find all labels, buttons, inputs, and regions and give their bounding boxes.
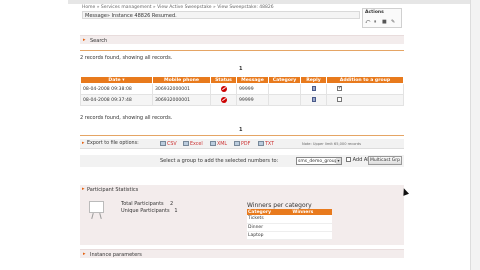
edit-icon[interactable]: ✎ <box>391 19 395 25</box>
instance-parameters-label: Instance parameters <box>90 251 142 258</box>
page-number-bottom[interactable]: 1 <box>239 127 242 133</box>
winners-table: Category Winners Tickets Dinner Laptop <box>247 209 332 240</box>
winners-title: Winners per category <box>247 202 312 209</box>
export-options-bar: ▸ Export to file options: CSV Excel XML … <box>80 139 404 149</box>
vertical-scrollbar[interactable] <box>470 0 480 270</box>
results-summary-bottom: 2 records found, showing all records. <box>80 115 173 121</box>
excel-file-icon <box>183 141 189 146</box>
cell-reply <box>300 83 327 95</box>
cell-add-group <box>326 94 404 106</box>
table-row: Dinner <box>247 223 332 232</box>
add-to-group-checkbox[interactable] <box>337 85 342 91</box>
cell-category <box>268 83 301 95</box>
mouse-cursor-icon <box>400 187 410 196</box>
page-number-top[interactable]: 1 <box>239 66 242 72</box>
col-addition-to-group[interactable]: Addition to a group <box>326 76 404 84</box>
results-table: Date ▾ Mobile phone Status Message Categ… <box>80 76 404 106</box>
table-row: 08-04-2008 09:37:48 306932000001 99999 <box>80 94 404 106</box>
expand-arrow-icon: ▸ <box>83 251 86 257</box>
group-select-label: Select a group to add the selected numbe… <box>160 158 279 164</box>
table-row: Laptop <box>247 231 332 240</box>
add-to-group-checkbox[interactable] <box>337 97 342 102</box>
cell-date: 08-04-2008 09:38:08 <box>80 83 153 95</box>
cell-reply <box>300 94 327 106</box>
export-label: Export to file options: <box>87 141 139 146</box>
col-category[interactable]: Category <box>268 76 301 84</box>
col-date[interactable]: Date ▾ <box>80 76 153 84</box>
status-message: Message» Instance 48826 Resumed. <box>85 13 177 19</box>
breadcrumb-home[interactable]: Home <box>82 5 95 10</box>
reply-icon[interactable] <box>311 86 316 91</box>
cell-status <box>210 83 237 95</box>
divider <box>80 135 404 136</box>
main-content: Home » Services management » View Active… <box>68 0 480 270</box>
unique-participants: Unique Participants 1 <box>121 208 178 214</box>
col-message[interactable]: Message <box>236 76 269 84</box>
col-reply[interactable]: Reply <box>300 76 327 84</box>
pdf-file-icon <box>234 141 240 146</box>
breadcrumb: Home » Services management » View Active… <box>82 5 274 10</box>
actions-title: Actions <box>365 10 384 15</box>
export-txt-link[interactable]: TXT <box>258 141 274 147</box>
participant-statistics-panel: ▸ Participant Statistics Total Participa… <box>80 185 404 245</box>
cell-phone: 306932000001 <box>152 94 211 106</box>
blocked-status-icon <box>220 96 227 103</box>
cell-status <box>210 94 237 106</box>
cell-message: 99999 <box>236 94 269 106</box>
export-xml-link[interactable]: XML <box>210 141 227 147</box>
group-selection-bar: Select a group to add the selected numbe… <box>80 155 404 167</box>
multicast-group-button[interactable]: Multicast Grp <box>368 156 402 165</box>
export-excel-link[interactable]: Excel <box>183 141 203 147</box>
participant-stats-header[interactable]: ▸ Participant Statistics <box>80 185 404 194</box>
search-section-header[interactable]: ▸ Search <box>80 35 404 44</box>
csv-file-icon <box>160 141 166 146</box>
cell-message: 99999 <box>236 83 269 95</box>
col-status[interactable]: Status <box>210 76 237 84</box>
search-section-label: Search <box>90 37 108 44</box>
cell-category <box>268 94 301 106</box>
add-all-checkbox[interactable] <box>346 157 351 162</box>
table-row: Tickets <box>247 215 332 224</box>
left-blank-area <box>0 0 68 270</box>
export-pdf-link[interactable]: PDF <box>234 141 250 147</box>
table-row: 08-04-2008 09:38:08 306932000001 99999 <box>80 83 404 95</box>
expand-arrow-icon: ▸ <box>82 141 85 146</box>
cell-phone: 306932000001 <box>152 83 211 95</box>
top-strip <box>68 0 470 4</box>
blocked-status-icon <box>220 85 227 92</box>
col-mobile-phone[interactable]: Mobile phone <box>152 76 211 84</box>
cell-date: 08-04-2008 09:37:48 <box>80 94 153 106</box>
participant-stats-title: Participant Statistics <box>87 186 139 193</box>
txt-file-icon <box>258 141 264 146</box>
group-select[interactable]: sms_demo_group ▾ <box>296 157 342 165</box>
cell-add-group <box>326 83 404 95</box>
total-participants: Total Participants 2 <box>121 201 174 207</box>
instance-parameters-header[interactable]: ▸ Instance parameters <box>80 249 404 258</box>
back-icon[interactable]: ⤺ <box>365 19 370 25</box>
group-select-value: sms_demo_group <box>298 159 338 164</box>
results-summary-top: 2 records found, showing all records. <box>80 55 173 61</box>
expand-arrow-icon: ▸ <box>83 37 86 43</box>
export-limit-note: Note: Upper limit 65,000 records <box>302 142 362 146</box>
presentation-board-icon <box>89 201 104 220</box>
reply-icon[interactable] <box>311 97 316 102</box>
export-csv-link[interactable]: CSV <box>160 141 177 147</box>
add-all-option[interactable]: Add All <box>346 157 370 163</box>
stop-icon[interactable]: ■ <box>382 19 387 25</box>
breadcrumb-services[interactable]: Services management <box>101 5 152 10</box>
breadcrumb-sweepstakes[interactable]: View Active Sweepstake <box>157 5 211 10</box>
status-message-bar: Message» Instance 48826 Resumed. <box>82 11 360 19</box>
xml-file-icon <box>210 141 216 146</box>
chevron-down-icon: ▾ <box>336 158 341 164</box>
divider <box>80 50 404 51</box>
breadcrumb-current: View Sweepstake: 48826 <box>217 5 274 10</box>
actions-panel: Actions ⤺ ⏸ ■ ✎ <box>362 8 402 28</box>
expand-arrow-icon: ▸ <box>82 186 85 192</box>
pause-icon[interactable]: ⏸ <box>374 19 377 25</box>
